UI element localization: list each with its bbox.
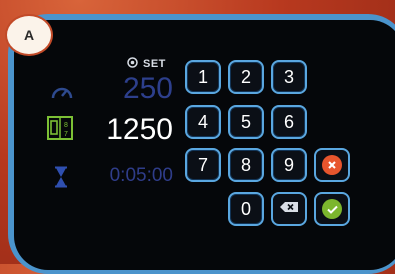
key-4[interactable]: 4 [185,105,221,139]
callout-badge: A [5,14,53,56]
set-label: SET [143,58,166,70]
hourglass-icon [53,166,69,193]
time-reading: 0:05:00 [109,165,173,186]
key-3[interactable]: 3 [271,60,307,94]
weight-reading: 1250 [106,113,173,146]
weight-display-icon: 8 7 [47,116,73,145]
numeric-keypad: 1 2 3 4 5 6 7 8 9 0 [185,60,350,230]
svg-text:8: 8 [64,122,68,129]
key-7[interactable]: 7 [185,148,221,182]
target-icon [127,55,138,73]
check-icon [322,199,342,219]
set-indicator: SET [127,55,166,73]
key-0[interactable]: 0 [228,192,264,226]
speed-gauge-icon [50,82,74,105]
close-icon [322,155,342,175]
speed-reading: 250 [122,72,173,105]
svg-text:7: 7 [64,131,68,138]
key-1[interactable]: 1 [185,60,221,94]
key-8[interactable]: 8 [228,148,264,182]
backspace-icon [279,200,299,218]
confirm-button[interactable] [314,192,350,226]
key-6[interactable]: 6 [271,105,307,139]
backspace-button[interactable] [271,192,307,226]
key-2[interactable]: 2 [228,60,264,94]
key-5[interactable]: 5 [228,105,264,139]
cancel-button[interactable] [314,148,350,182]
key-9[interactable]: 9 [271,148,307,182]
